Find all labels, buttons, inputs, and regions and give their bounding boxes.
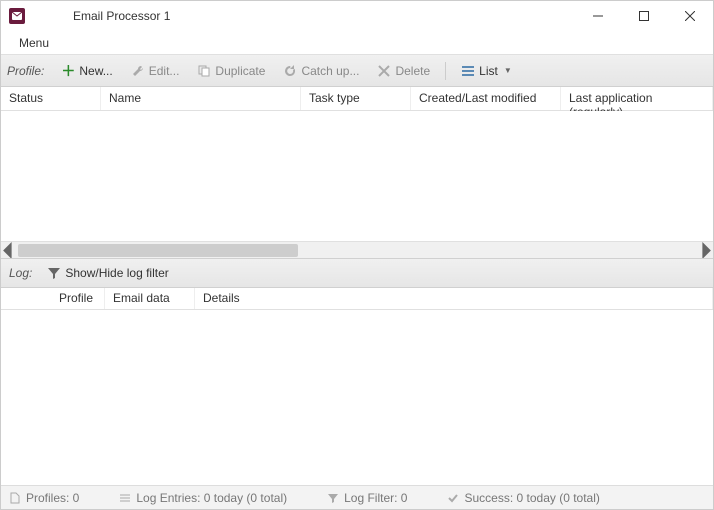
list-small-icon [119, 492, 131, 504]
new-profile-button[interactable]: ＋ New... [54, 60, 119, 82]
list-view-button[interactable]: List ▼ [454, 60, 519, 82]
filter-icon [47, 266, 61, 280]
toolbar-separator [445, 62, 446, 80]
col-lastapp[interactable]: Last application (regularly) [561, 87, 713, 110]
status-logfilter-text: Log Filter: 0 [344, 491, 407, 505]
scroll-track[interactable] [18, 242, 696, 258]
duplicate-button-label: Duplicate [215, 64, 265, 78]
document-icon [9, 492, 21, 504]
scroll-left-arrow[interactable] [1, 242, 18, 259]
duplicate-profile-button[interactable]: Duplicate [190, 60, 272, 82]
col-status[interactable]: Status [1, 87, 101, 110]
titlebar: Email Processor 1 [1, 1, 713, 31]
log-grid-header: Profile Email data Details [1, 288, 713, 310]
window-title: Email Processor 1 [73, 9, 170, 23]
catchup-button-label: Catch up... [301, 64, 359, 78]
minimize-button[interactable] [575, 1, 621, 31]
profile-toolbar: Profile: ＋ New... Edit... Duplicate Catc… [1, 55, 713, 87]
logcol-details[interactable]: Details [195, 288, 713, 309]
close-button[interactable] [667, 1, 713, 31]
menubar: Menu [1, 31, 713, 55]
list-button-label: List [479, 64, 498, 78]
wrench-icon [131, 64, 145, 78]
log-toolbar-label: Log: [9, 266, 32, 280]
maximize-button[interactable] [621, 1, 667, 31]
delete-button-label: Delete [395, 64, 430, 78]
edit-button-label: Edit... [149, 64, 180, 78]
check-icon [447, 492, 459, 504]
edit-profile-button[interactable]: Edit... [124, 60, 187, 82]
new-button-label: New... [79, 64, 112, 78]
status-success-text: Success: 0 today (0 total) [464, 491, 599, 505]
status-profiles-text: Profiles: 0 [26, 491, 79, 505]
col-name[interactable]: Name [101, 87, 301, 110]
status-logfilter: Log Filter: 0 [327, 491, 407, 505]
list-icon [461, 64, 475, 78]
catchup-button[interactable]: Catch up... [276, 60, 366, 82]
status-success: Success: 0 today (0 total) [447, 491, 599, 505]
logcol-profile[interactable]: Profile [51, 288, 105, 309]
duplicate-icon [197, 64, 211, 78]
status-logentries-text: Log Entries: 0 today (0 total) [136, 491, 287, 505]
filter-small-icon [327, 492, 339, 504]
plus-icon: ＋ [61, 64, 75, 78]
logcol-emaildata[interactable]: Email data [105, 288, 195, 309]
statusbar: Profiles: 0 Log Entries: 0 today (0 tota… [1, 485, 713, 509]
profile-grid-body[interactable] [1, 111, 713, 241]
app-icon [9, 8, 25, 24]
log-filter-toggle-button[interactable]: Show/Hide log filter [40, 262, 175, 284]
scroll-thumb[interactable] [18, 244, 298, 257]
refresh-icon [283, 64, 297, 78]
menu-menu[interactable]: Menu [11, 34, 57, 52]
horizontal-scrollbar[interactable] [1, 241, 713, 258]
scroll-right-arrow[interactable] [696, 242, 713, 259]
col-created[interactable]: Created/Last modified [411, 87, 561, 110]
delete-profile-button[interactable]: Delete [370, 60, 437, 82]
status-profiles: Profiles: 0 [9, 491, 79, 505]
log-grid-body[interactable] [1, 310, 713, 485]
log-toolbar: Log: Show/Hide log filter [1, 258, 713, 288]
chevron-down-icon: ▼ [504, 66, 512, 75]
delete-icon [377, 64, 391, 78]
log-filter-toggle-label: Show/Hide log filter [65, 266, 168, 280]
status-logentries: Log Entries: 0 today (0 total) [119, 491, 287, 505]
profile-toolbar-label: Profile: [7, 64, 44, 78]
profile-grid-header: Status Name Task type Created/Last modif… [1, 87, 713, 111]
col-tasktype[interactable]: Task type [301, 87, 411, 110]
